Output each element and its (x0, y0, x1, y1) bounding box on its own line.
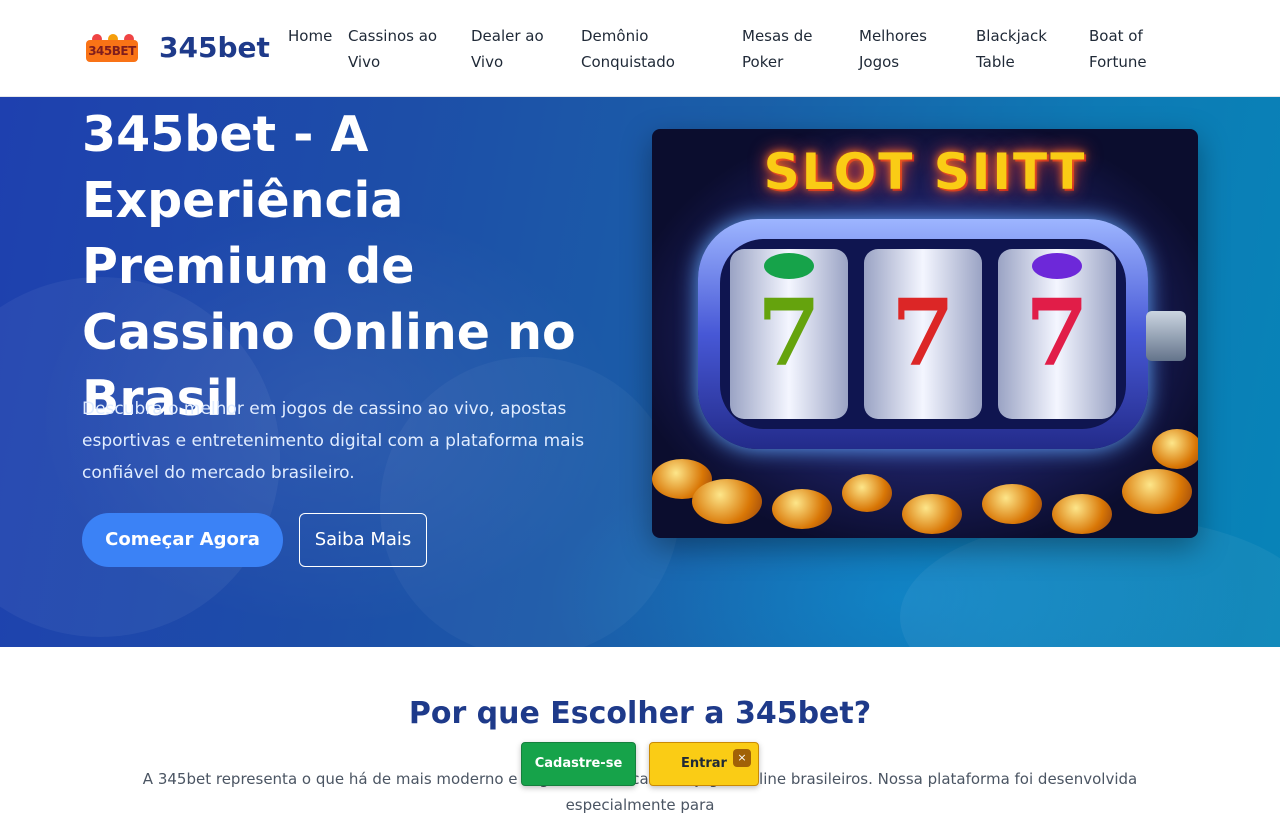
coin-icon (1052, 494, 1112, 534)
slot-machine-window: 7 7 7 (720, 239, 1126, 429)
coin-icon (692, 479, 762, 524)
coin-icon (1152, 429, 1198, 469)
hero-title: 345bet - A Experiência Premium de Cassin… (82, 106, 576, 427)
nav-mesas-de-poker[interactable]: Mesas de Poker (742, 23, 832, 75)
slot-lever-icon (1146, 311, 1186, 361)
coin-icon (982, 484, 1042, 524)
reel-symbol: 7 (890, 279, 955, 387)
slot-machine-frame: 7 7 7 (698, 219, 1148, 449)
learn-more-button[interactable]: Saiba Mais (299, 513, 427, 567)
logo-badge: 345BET (86, 40, 138, 62)
hero-description: Descubra o melhor em jogos de cassino ao… (82, 399, 585, 483)
coin-icon (1122, 469, 1192, 514)
clover-icon (764, 253, 814, 279)
slot-reel: 7 (730, 249, 848, 419)
coin-icon (902, 494, 962, 534)
nav-cassinos-ao-vivo[interactable]: Cassinos ao Vivo (348, 23, 448, 75)
slot-reel: 7 (998, 249, 1116, 419)
logo-icon: 345BET (86, 34, 138, 66)
nav-boat-of-fortune[interactable]: Boat of Fortune (1089, 23, 1169, 75)
close-icon[interactable]: × (733, 749, 751, 767)
start-now-button[interactable]: Começar Agora (82, 513, 283, 567)
site-header: 345BET 345bet Home Cassinos ao Vivo Deal… (0, 0, 1280, 97)
slot-machine-image: SLOT SIITT 7 7 7 (652, 129, 1198, 538)
coin-icon (842, 474, 892, 512)
coin-icon (772, 489, 832, 529)
nav-blackjack-table[interactable]: Blackjack Table (976, 23, 1066, 75)
slot-image-title: SLOT SIITT (763, 143, 1087, 201)
section-text: A 345bet representa o que há de mais mod… (142, 770, 1138, 814)
slot-reel: 7 (864, 249, 982, 419)
nav-home[interactable]: Home (288, 23, 338, 49)
hero-section: 345bet - A Experiência Premium de Cassin… (0, 97, 1280, 647)
club-icon (1032, 253, 1082, 279)
section-title: Por que Escolher a 345bet? (408, 696, 872, 731)
reel-symbol: 7 (1024, 279, 1089, 387)
logo-text: 345bet (159, 31, 270, 64)
nav-dealer-ao-vivo[interactable]: Dealer ao Vivo (471, 23, 561, 75)
nav-demonio-conquistado[interactable]: Demônio Conquistado (581, 23, 691, 75)
nav-melhores-jogos[interactable]: Melhores Jogos (859, 23, 949, 75)
reel-symbol: 7 (756, 279, 821, 387)
site-logo[interactable]: 345BET 345bet (86, 31, 270, 66)
register-button[interactable]: Cadastre-se (521, 742, 636, 786)
